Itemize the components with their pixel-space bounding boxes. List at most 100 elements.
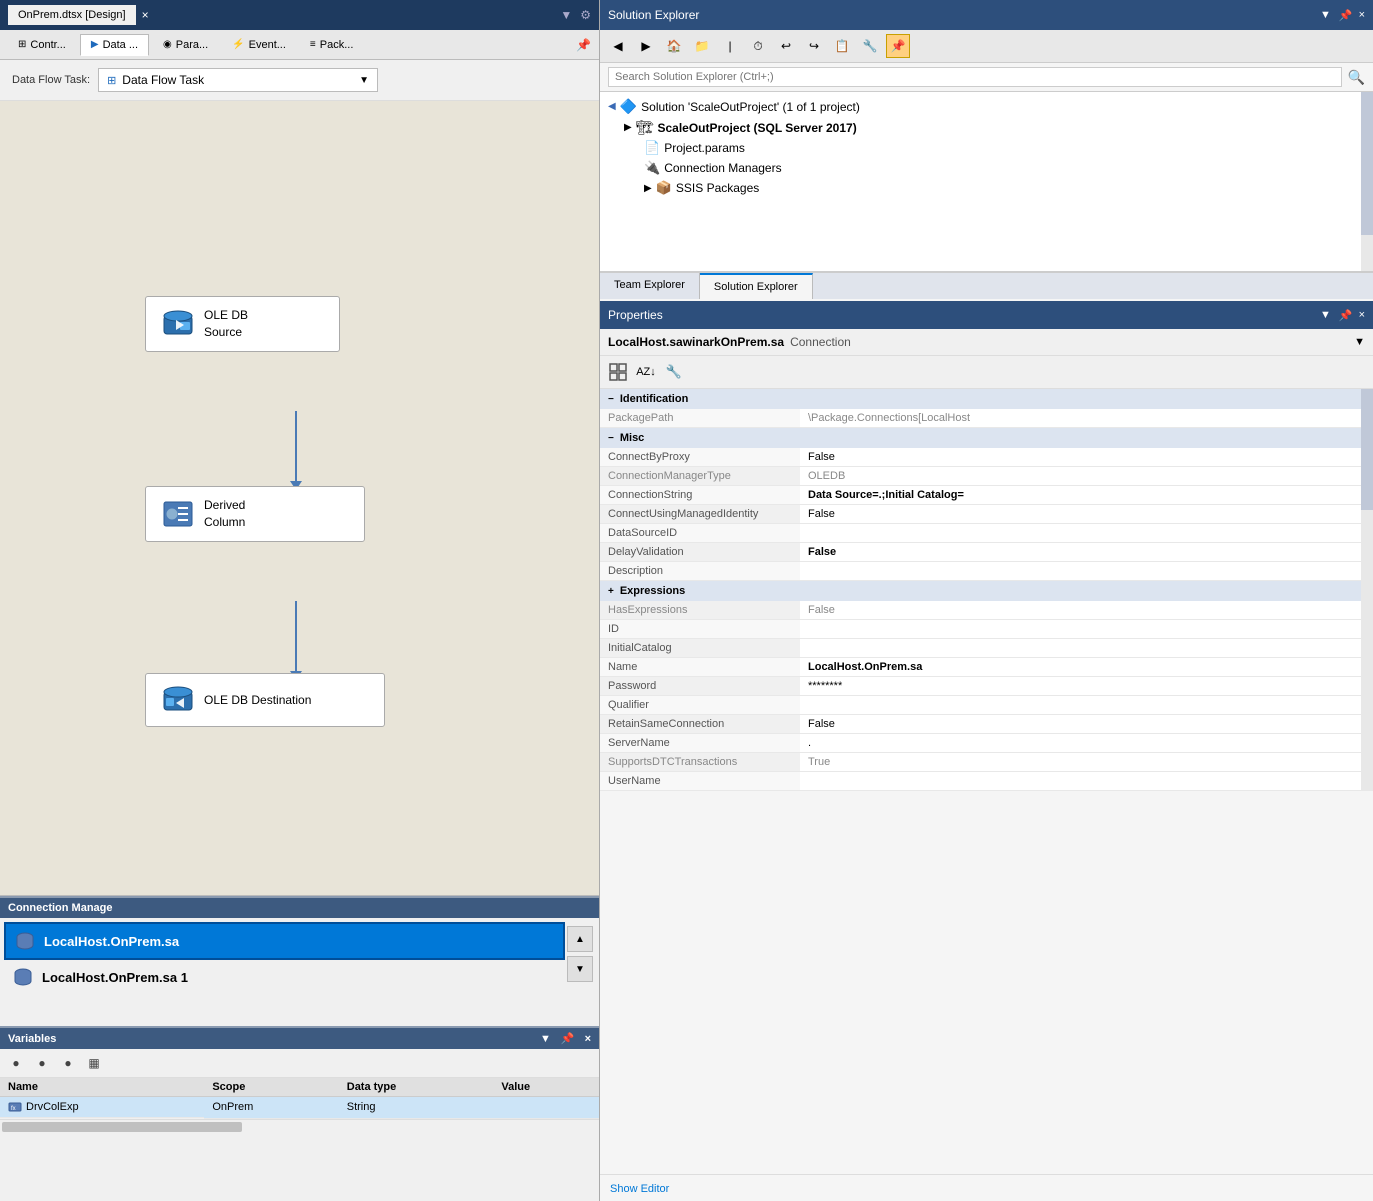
- section-identification[interactable]: − Identification: [600, 389, 1373, 409]
- props-scrollbar[interactable]: [1361, 389, 1373, 791]
- variables-toolbar: ● ● ● ▦: [0, 1049, 599, 1078]
- variables-header: Variables ▼ 📌 ×: [0, 1028, 599, 1049]
- close-icon[interactable]: ×: [142, 8, 149, 22]
- prop-val-retain-same-conn: False: [800, 715, 1373, 734]
- tree-item-ssis-packages[interactable]: ▶ 📦 SSIS Packages: [604, 178, 1369, 198]
- var-row[interactable]: fx DrvColExp OnPrem String: [0, 1097, 599, 1119]
- props-grid-btn[interactable]: [606, 360, 630, 384]
- tab-package-explorer[interactable]: ≡ Pack...: [300, 35, 363, 55]
- task-bar: Data Flow Task: ⊞ Data Flow Task ▼: [0, 60, 599, 101]
- grid-var-btn[interactable]: ▦: [84, 1053, 104, 1073]
- dropdown-arrow-icon[interactable]: ▼: [359, 75, 369, 86]
- conn-item-2[interactable]: LocalHost.OnPrem.sa 1: [4, 960, 565, 994]
- settings-icon[interactable]: ⚙: [580, 8, 591, 22]
- tree-item-params[interactable]: 📄 Project.params: [604, 138, 1369, 158]
- props-dropdown-arrow[interactable]: ▼: [1354, 336, 1365, 348]
- se-search-input[interactable]: [608, 67, 1342, 87]
- prop-val-delay-validation: False: [800, 543, 1373, 562]
- se-clock-btn[interactable]: ⏱: [746, 34, 770, 58]
- pin-icon[interactable]: 📌: [576, 38, 591, 52]
- ole-source-icon: [162, 308, 194, 340]
- node-ole-dest-label: OLE DB Destination: [204, 692, 311, 709]
- tab-control-flow[interactable]: ⊞ Contr...: [8, 35, 76, 55]
- tab-solution-explorer[interactable]: Solution Explorer: [700, 273, 813, 299]
- scroll-down-btn[interactable]: ▼: [567, 956, 593, 982]
- close-vars-icon[interactable]: ×: [585, 1033, 591, 1045]
- se-redo-btn[interactable]: ↪: [802, 34, 826, 58]
- task-icon: ⊞: [107, 74, 116, 87]
- prop-name-delay-validation: DelayValidation: [600, 543, 800, 562]
- prop-row-supports-dtc: SupportsDTCTransactions True: [600, 753, 1373, 772]
- node-ole-source[interactable]: OLE DBSource: [145, 296, 340, 352]
- conn-item-1[interactable]: LocalHost.OnPrem.sa: [4, 922, 565, 960]
- prop-row-server-name: ServerName .: [600, 734, 1373, 753]
- tab-team-explorer[interactable]: Team Explorer: [600, 273, 700, 299]
- db-icon-2: [12, 966, 34, 988]
- db-icon-1: [14, 930, 36, 952]
- section-misc[interactable]: − Misc: [600, 428, 1373, 448]
- tree-item-conn-managers[interactable]: 🔌 Connection Managers: [604, 158, 1369, 178]
- prop-row-connect-by-proxy: ConnectByProxy False: [600, 448, 1373, 467]
- arrow-2: [290, 601, 302, 680]
- node-derived-col-label: DerivedColumn: [204, 497, 245, 531]
- tab-data-flow[interactable]: ▶ Data ...: [80, 34, 149, 56]
- dropdown-icon[interactable]: ▼: [560, 8, 572, 22]
- se-folder-btn[interactable]: 📁: [690, 34, 714, 58]
- conn-item-1-label: LocalHost.OnPrem.sa: [44, 934, 179, 949]
- prop-val-username: [800, 772, 1373, 791]
- task-select-value: Data Flow Task: [116, 73, 359, 87]
- se-forward-btn[interactable]: ▶: [634, 34, 658, 58]
- prop-row-conn-manager-type: ConnectionManagerType OLEDB: [600, 467, 1373, 486]
- pin-vars-icon[interactable]: ▼: [540, 1033, 551, 1045]
- tree-item-solution[interactable]: ◀ 🔷 Solution 'ScaleOutProject' (1 of 1 p…: [604, 96, 1369, 117]
- task-label: Data Flow Task:: [12, 74, 90, 86]
- props-pin-icon[interactable]: 📌: [1339, 309, 1353, 322]
- se-wrench-btn[interactable]: 🔧: [858, 34, 882, 58]
- section-expressions[interactable]: + Expressions: [600, 581, 1373, 601]
- se-search-icon[interactable]: 🔍: [1348, 69, 1365, 86]
- se-search-bar: 🔍: [600, 63, 1373, 92]
- task-select[interactable]: ⊞ Data Flow Task ▼: [98, 68, 378, 92]
- se-home-btn[interactable]: 🏠: [662, 34, 686, 58]
- props-subject: LocalHost.sawinarkOnPrem.sa: [608, 335, 784, 349]
- se-pin-tool-btn[interactable]: 📌: [886, 34, 910, 58]
- package-icon: ≡: [310, 39, 316, 50]
- se-pin-icon[interactable]: 📌: [1339, 9, 1353, 22]
- se-undo-btn[interactable]: ↩: [774, 34, 798, 58]
- props-dropdown-icon[interactable]: ▼: [1320, 309, 1331, 321]
- prop-val-id: [800, 620, 1373, 639]
- solution-explorer-title: Solution Explorer: [608, 8, 1320, 22]
- se-tree: ◀ 🔷 Solution 'ScaleOutProject' (1 of 1 p…: [600, 92, 1373, 272]
- se-tree-scrollbar[interactable]: [1361, 92, 1373, 271]
- se-close-icon[interactable]: ×: [1359, 9, 1365, 21]
- props-close-icon[interactable]: ×: [1359, 309, 1365, 321]
- filter-var-btn[interactable]: ●: [58, 1053, 78, 1073]
- horiz-scrollbar[interactable]: [0, 1119, 599, 1133]
- tab-parameters[interactable]: ◉ Para...: [153, 35, 218, 55]
- prop-row-delay-validation: DelayValidation False: [600, 543, 1373, 562]
- tree-item-conn-managers-label: Connection Managers: [664, 161, 781, 175]
- tab-event-handlers[interactable]: ⚡ Event...: [222, 35, 296, 55]
- derived-col-icon: [162, 498, 194, 530]
- prop-name-password: Password: [600, 677, 800, 696]
- props-sort-btn[interactable]: AZ↓: [634, 360, 658, 384]
- node-derived-column[interactable]: DerivedColumn: [145, 486, 365, 542]
- tree-item-project[interactable]: ▶ 🏗 ScaleOutProject (SQL Server 2017): [604, 117, 1369, 138]
- se-back-btn[interactable]: ◀: [606, 34, 630, 58]
- prop-row-username: UserName: [600, 772, 1373, 791]
- delete-var-btn[interactable]: ●: [32, 1053, 52, 1073]
- document-tab[interactable]: OnPrem.dtsx [Design]: [8, 5, 136, 25]
- properties-header: LocalHost.sawinarkOnPrem.sa Connection ▼: [600, 329, 1373, 356]
- ssis-packages-icon: 📦: [656, 180, 672, 196]
- se-dropdown-icon[interactable]: ▼: [1320, 9, 1331, 21]
- props-type: Connection: [790, 335, 851, 349]
- node-ole-dest[interactable]: OLE DB Destination: [145, 673, 385, 727]
- prop-row-has-expressions: HasExpressions False: [600, 601, 1373, 620]
- props-wrench-btn[interactable]: 🔧: [662, 360, 686, 384]
- float-vars-icon[interactable]: 📌: [561, 1032, 575, 1045]
- scroll-up-btn[interactable]: ▲: [567, 926, 593, 952]
- section-expressions-label: Expressions: [620, 585, 685, 597]
- se-copy-btn[interactable]: 📋: [830, 34, 854, 58]
- add-var-btn[interactable]: ●: [6, 1053, 26, 1073]
- show-editor-link[interactable]: Show Editor: [610, 1183, 669, 1195]
